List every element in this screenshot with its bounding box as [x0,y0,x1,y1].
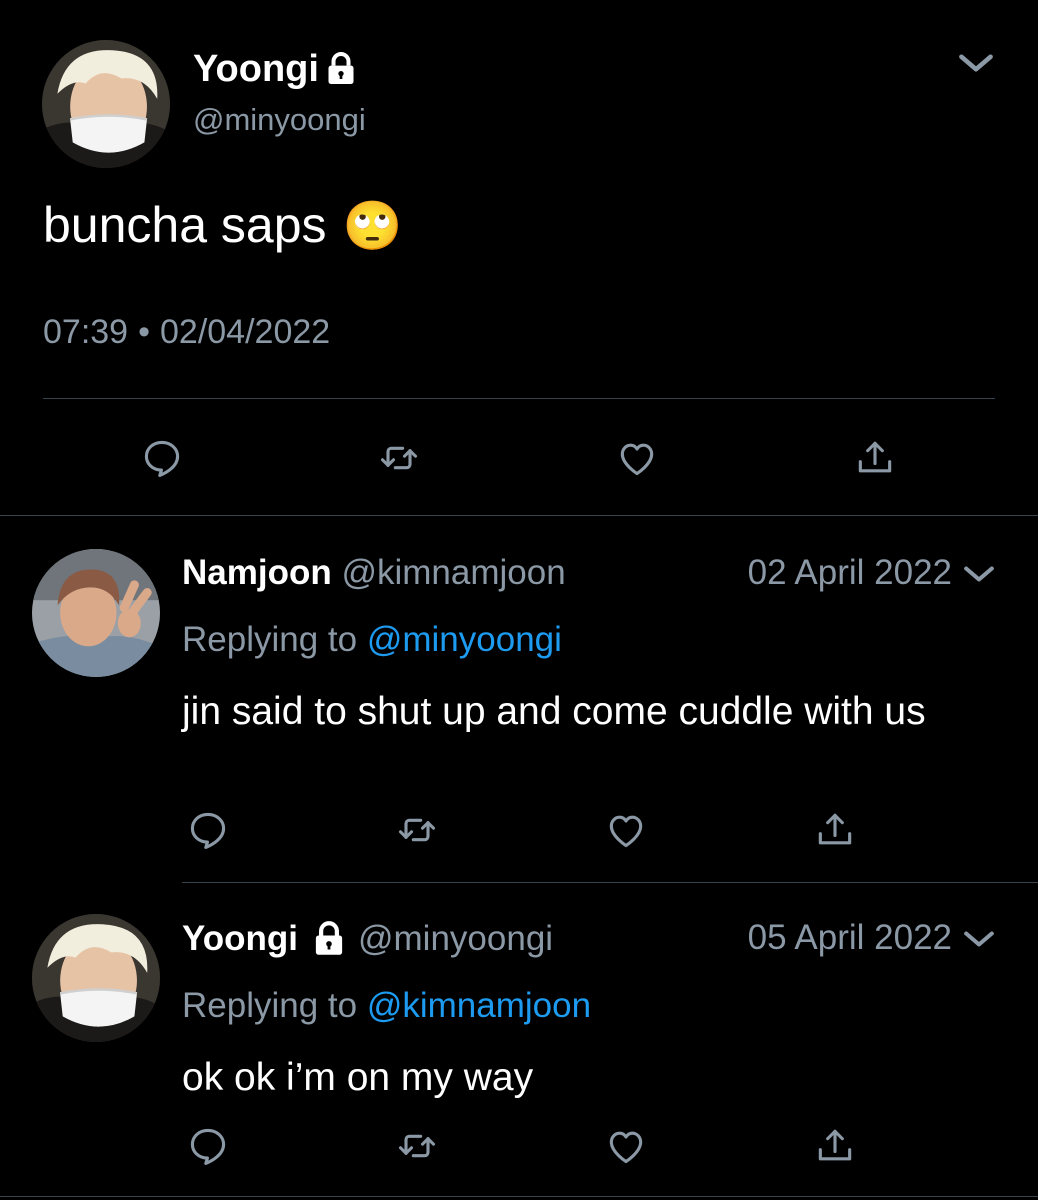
lock-icon [321,49,361,89]
reply-text: ok ok i’m on my way [182,1056,534,1099]
reply-display-name[interactable]: Yoongi [182,919,298,959]
chevron-down-icon[interactable] [951,38,1001,88]
timestamp: 07:39 • 02/04/2022 [43,313,330,352]
reply-header: Yoongi @minyoongi [182,918,553,960]
replying-to-label: Replying to [182,620,358,659]
divider [43,398,995,399]
avatar-image [32,549,160,677]
reply-icon [186,1124,230,1168]
share-icon [853,436,897,480]
dot-separator: • [138,313,150,351]
handle[interactable]: @minyoongi [193,102,366,138]
divider [0,515,1038,516]
like-icon [615,436,659,480]
chevron-down-icon[interactable] [957,917,1001,961]
reply-handle[interactable]: @minyoongi [358,919,553,959]
reply-button[interactable] [182,1120,234,1172]
display-name-row: Yoongi [193,47,361,91]
share-button[interactable] [809,1120,861,1172]
avatar[interactable] [42,40,170,168]
reply-handle[interactable]: @kimnamjoon [341,553,565,592]
reply-icon [140,436,184,480]
share-button[interactable] [809,804,861,856]
reply-date[interactable]: 02 April 2022 [748,553,952,593]
reply-display-name[interactable]: Namjoon [182,553,332,592]
replying-to-label: Replying to [182,986,358,1025]
divider [0,1196,1038,1197]
reply-button[interactable] [182,804,234,856]
like-button[interactable] [600,1120,652,1172]
reply-header: Namjoon @kimnamjoon [182,553,566,593]
divider [182,882,1038,883]
display-name[interactable]: Yoongi [193,48,319,91]
reply-date[interactable]: 05 April 2022 [748,918,952,958]
share-icon [813,1124,857,1168]
share-icon [813,808,857,852]
like-icon [604,1124,648,1168]
retweet-icon [395,808,439,852]
lock-icon [308,918,350,960]
tweet-text: buncha saps [43,197,327,253]
retweet-button[interactable] [391,1120,443,1172]
reply-avatar[interactable] [32,914,160,1042]
tweet-time: 07:39 [43,313,129,351]
reply-icon [186,808,230,852]
like-button[interactable] [600,804,652,856]
reply-button[interactable] [136,432,188,484]
avatar-image [42,40,170,168]
replying-to-handle[interactable]: @kimnamjoon [367,986,591,1025]
avatar-image [32,914,160,1042]
retweet-button[interactable] [391,804,443,856]
replying-to: Replying to @minyoongi [182,620,562,660]
retweet-icon [377,436,421,480]
replying-to-handle[interactable]: @minyoongi [367,620,562,659]
replying-to: Replying to @kimnamjoon [182,986,591,1026]
like-button[interactable] [611,432,663,484]
reply-avatar[interactable] [32,549,160,677]
chevron-down-icon[interactable] [957,552,1001,596]
like-icon [604,808,648,852]
eye-roll-emoji: 🙄 [342,199,403,253]
share-button[interactable] [849,432,901,484]
retweet-button[interactable] [373,432,425,484]
tweet-date: 02/04/2022 [160,313,331,351]
reply-text: jin said to shut up and come cuddle with… [182,690,926,733]
tweet-text-row: buncha saps 🙄 [43,196,402,254]
retweet-icon [395,1124,439,1168]
